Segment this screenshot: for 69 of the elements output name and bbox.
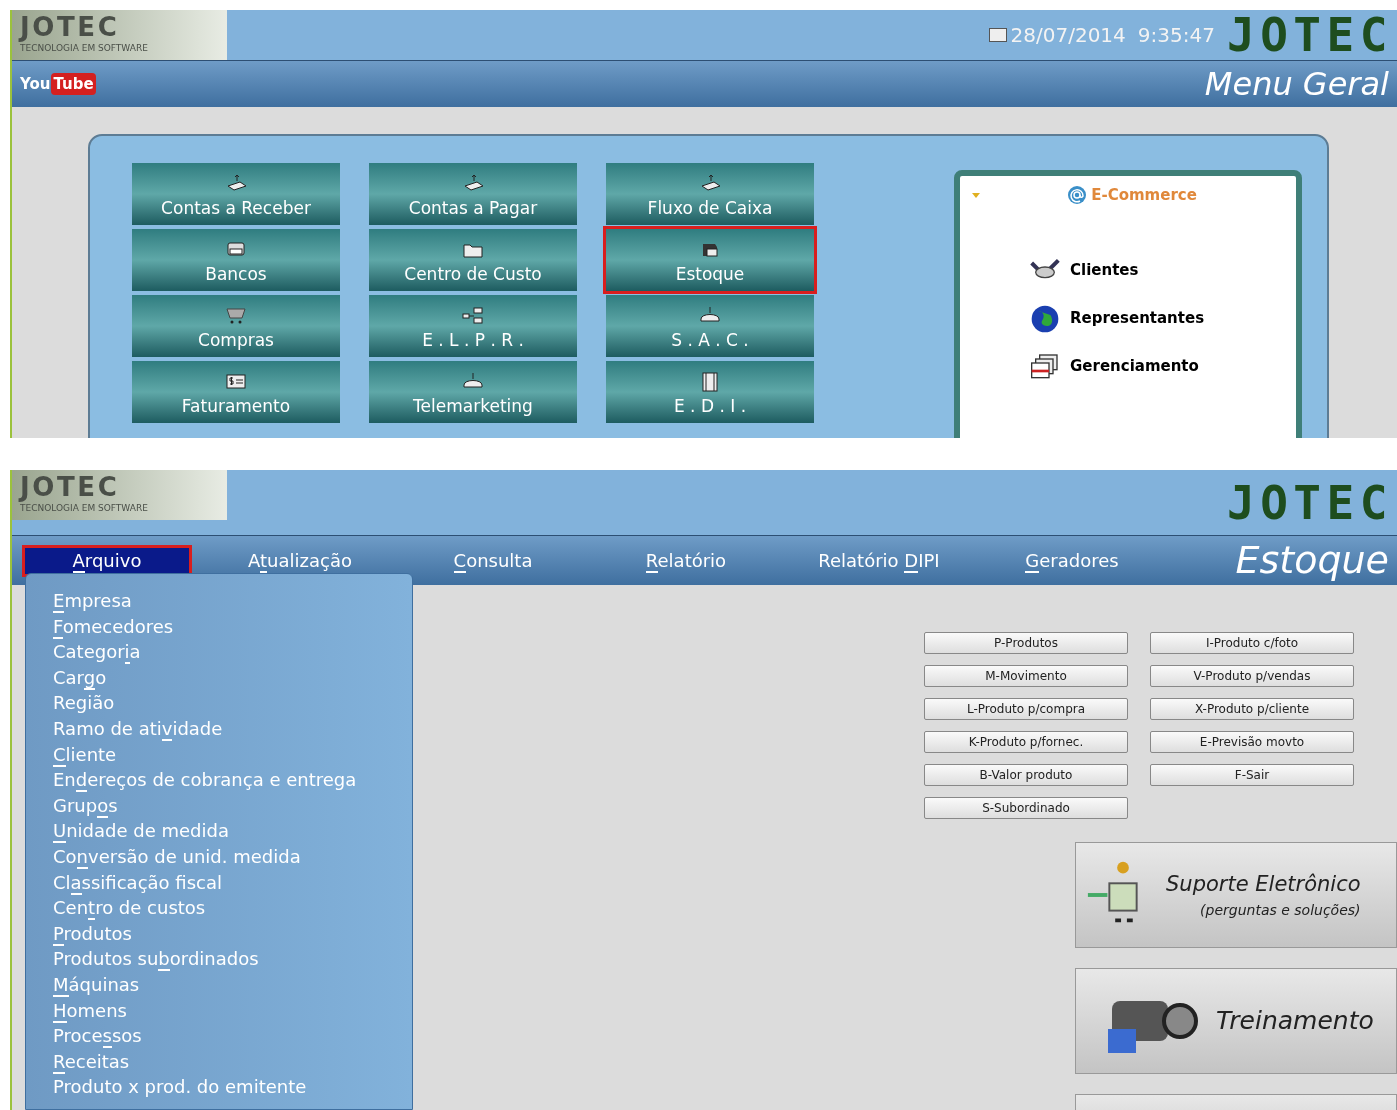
time-text: 9:35:47 xyxy=(1137,22,1215,49)
dropdown-item[interactable]: Categoria xyxy=(53,639,412,665)
module-tile[interactable]: Contas a Pagar xyxy=(369,163,577,225)
module-tile[interactable]: Bancos xyxy=(132,229,340,291)
report-button[interactable]: F-Sair xyxy=(1150,764,1354,786)
dropdown-item[interactable]: Cargo xyxy=(53,664,412,691)
module-tile[interactable]: Contas a Receber xyxy=(132,163,340,225)
training-title: Treinamento xyxy=(1216,1005,1374,1038)
report-button[interactable]: M-Movimento xyxy=(924,665,1128,687)
dropdown-item[interactable]: Classificação fiscal xyxy=(53,869,412,896)
page-title: Menu Geral xyxy=(1204,64,1389,105)
logo-subtitle: TECNOLOGIA EM SOFTWARE xyxy=(20,502,149,515)
brand-logo: JOTEC xyxy=(1226,12,1393,58)
logo-subtitle: TECNOLOGIA EM SOFTWARE xyxy=(20,42,149,55)
dropdown-item[interactable]: Ramo de atividade xyxy=(53,715,412,742)
training-button[interactable]: Treinamento xyxy=(1075,968,1397,1074)
report-button[interactable]: I-Produto c/foto xyxy=(1150,632,1354,654)
ecommerce-link[interactable]: Representantes xyxy=(1028,302,1284,335)
module-tile[interactable]: S . A . C . xyxy=(606,295,814,357)
report-button[interactable]: E-Previsão movto xyxy=(1150,731,1354,753)
menu-item[interactable]: Relatório xyxy=(601,544,771,577)
report-button[interactable]: P-Produtos xyxy=(924,632,1128,654)
module-tile[interactable]: Fluxo de Caixa xyxy=(606,163,814,225)
dropdown-item[interactable]: Cliente xyxy=(53,741,412,768)
page-title: Estoque xyxy=(1235,537,1389,584)
dropdown-item[interactable]: Produtos xyxy=(53,920,412,947)
logo-title: JOTEC xyxy=(20,474,121,500)
report-button[interactable]: K-Produto p/fornec. xyxy=(924,731,1128,753)
report-button[interactable]: B-Valor produto xyxy=(924,764,1128,786)
dropdown-item[interactable]: Processos xyxy=(53,1023,412,1049)
support-title: Suporte Eletrônico xyxy=(1166,870,1361,898)
report-button[interactable]: S-Subordinado xyxy=(924,797,1128,819)
dropdown-item[interactable]: Máquinas xyxy=(53,971,412,998)
dropdown-item[interactable]: Receitas xyxy=(53,1048,412,1075)
caret-icon xyxy=(972,192,980,198)
ecommerce-title: E-Commerce xyxy=(1091,185,1197,206)
report-button[interactable]: X-Produto p/cliente xyxy=(1150,698,1354,720)
ecommerce-link[interactable]: Gerenciamento xyxy=(1028,350,1284,383)
module-tile[interactable]: Faturamento xyxy=(132,361,340,423)
module-tile[interactable]: E . L . P . R . xyxy=(369,295,577,357)
report-button[interactable]: V-Produto p/vendas xyxy=(1150,665,1354,687)
dropdown-item[interactable]: Unidade de medida xyxy=(53,818,412,844)
module-tile[interactable]: Centro de Custo xyxy=(369,229,577,291)
dropdown-item[interactable]: Grupos xyxy=(53,792,412,819)
menu-item[interactable]: Geradores xyxy=(987,544,1157,577)
support-button[interactable]: Suporte Eletrônico (perguntas e soluções) xyxy=(1075,842,1397,948)
support-subtitle: (perguntas e soluções) xyxy=(1200,901,1361,921)
module-tile[interactable]: Estoque xyxy=(606,229,814,291)
dropdown-item[interactable]: Fomecedores xyxy=(53,613,412,640)
logo-title: JOTEC xyxy=(20,14,121,40)
menu-item[interactable]: Relatório DIPI xyxy=(794,544,964,577)
brand-logo: JOTEC xyxy=(1226,479,1393,526)
module-tile[interactable]: Telemarketing xyxy=(369,361,577,423)
dropdown-item[interactable]: Produtos subordinados xyxy=(53,946,412,972)
email-at-icon xyxy=(1067,185,1088,206)
dropdown-item[interactable]: Empresa xyxy=(53,588,412,614)
report-button[interactable]: L-Produto p/compra xyxy=(924,698,1128,720)
calendar-icon xyxy=(988,28,1007,42)
menu-item[interactable]: Arquivo xyxy=(22,544,192,577)
ecommerce-link[interactable]: Clientes xyxy=(1028,254,1284,287)
module-tile[interactable]: E . D . I . xyxy=(606,361,814,423)
dropdown-item[interactable]: Região xyxy=(53,690,412,716)
dropdown-item[interactable]: Centro de custos xyxy=(53,895,412,921)
module-tile[interactable]: Compras xyxy=(132,295,340,357)
dropdown-item[interactable]: Endereços de cobrança e entrega xyxy=(53,767,412,793)
dropdown-item[interactable]: Conversão de unid. medida xyxy=(53,843,412,870)
dropdown-item[interactable]: Homens xyxy=(53,997,412,1024)
dropdown-item[interactable]: Produto x prod. do emitente xyxy=(53,1074,412,1100)
date-text: 28/07/2014 xyxy=(1010,22,1126,49)
